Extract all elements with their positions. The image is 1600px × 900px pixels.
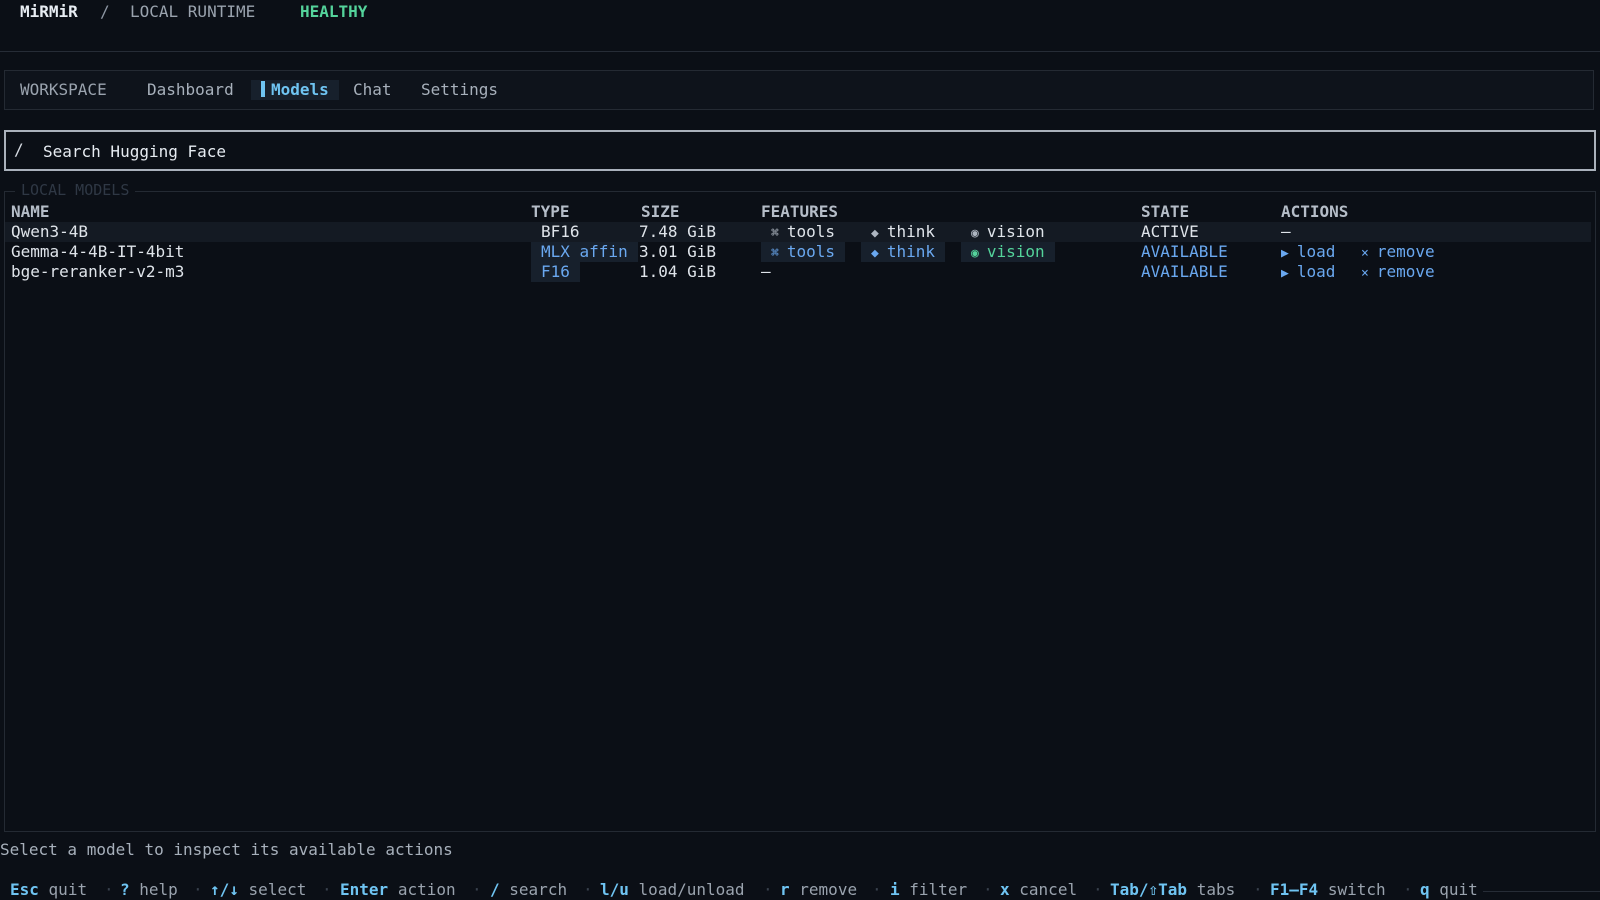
workspace-nav: WORKSPACE Dashboard Models Chat Settings (4, 70, 1594, 110)
model-state: AVAILABLE (1141, 242, 1228, 261)
hint-tabs: Tab/⇧Tab tabs (1110, 880, 1236, 899)
model-type: F16 (531, 262, 580, 282)
hint-separator: · (983, 880, 993, 899)
search-box: / (4, 130, 1596, 171)
hint-filter: i filter (890, 880, 968, 899)
model-size: 7.48 GiB (639, 222, 717, 241)
model-state: AVAILABLE (1141, 262, 1228, 281)
column-header-state: STATE (1141, 202, 1190, 221)
features-placeholder: — (761, 262, 771, 281)
column-header-type: TYPE (531, 202, 570, 221)
top-bar: MiRMiR / LOCAL RUNTIME HEALTHY (0, 0, 1600, 52)
hint-help: ? help (120, 880, 178, 899)
hint-enter: Enter action (340, 880, 456, 899)
column-header-size: SIZE (641, 202, 680, 221)
hint-switch: F1–F4 switch (1270, 880, 1386, 899)
hint-quit: q quit (1420, 880, 1478, 899)
footer-divider (1483, 891, 1600, 892)
local-models-panel: LOCAL MODELS NAME TYPE SIZE FEATURES STA… (4, 181, 1596, 832)
eye-icon: ◉ (971, 246, 979, 261)
model-type: BF16 (541, 222, 580, 241)
hint-cancel: x cancel (1000, 880, 1078, 899)
status-line: Select a model to inspect its available … (0, 840, 453, 859)
tab-models[interactable]: Models (251, 80, 339, 100)
hint-separator: · (1403, 880, 1413, 899)
workspace-label: WORKSPACE (20, 80, 107, 99)
close-icon: × (1361, 266, 1369, 281)
feature-think: ◆ think (871, 222, 935, 241)
search-prefix: / (14, 140, 24, 159)
feature-tools: ⌘ tools (761, 242, 845, 262)
tab-dashboard[interactable]: Dashboard (147, 71, 234, 109)
tab-chat[interactable]: Chat (353, 71, 392, 109)
search-input[interactable] (41, 135, 1545, 167)
header-separator: / (100, 2, 110, 21)
load-button[interactable]: ▶ load (1281, 242, 1335, 262)
key-hints-bar: Esc quit · ? help · ↑/↓ select · Enter a… (0, 880, 1600, 900)
health-status: HEALTHY (300, 2, 368, 21)
hint-separator: · (583, 880, 593, 899)
remove-button[interactable]: × remove (1361, 262, 1435, 282)
table-row[interactable]: Qwen3-4B BF16 7.48 GiB ⌘ tools ◆ think ◉ vi… (5, 222, 1591, 242)
play-icon: ▶ (1281, 246, 1289, 261)
column-header-features: FEATURES (761, 202, 839, 221)
model-name: bge-reranker-v2-m3 (11, 262, 185, 281)
hint-separator: · (322, 880, 332, 899)
model-size: 1.04 GiB (639, 262, 717, 281)
hint-remove: r remove (780, 880, 858, 899)
feature-think: ◆ think (861, 242, 945, 262)
model-name: Qwen3-4B (11, 222, 89, 241)
model-state: ACTIVE (1141, 222, 1199, 241)
load-button[interactable]: ▶ load (1281, 262, 1335, 282)
remove-button[interactable]: × remove (1361, 242, 1435, 262)
diamond-icon: ◆ (871, 226, 879, 241)
hint-separator: · (872, 880, 882, 899)
eye-icon: ◉ (971, 226, 979, 241)
play-icon: ▶ (1281, 266, 1289, 281)
hint-search: / search (490, 880, 568, 899)
column-header-actions: ACTIONS (1281, 202, 1349, 221)
model-name: Gemma-4-4B-IT-4bit (11, 242, 185, 261)
hint-separator: · (1253, 880, 1263, 899)
close-icon: × (1361, 246, 1369, 261)
hint-separator: · (104, 880, 114, 899)
table-row[interactable]: bge-reranker-v2-m3 F16 1.04 GiB — AVAILA… (5, 262, 1591, 282)
diamond-icon: ◆ (871, 246, 879, 261)
tab-settings[interactable]: Settings (421, 71, 498, 109)
app-title: MiRMiR (20, 2, 78, 21)
actions-placeholder: — (1281, 222, 1291, 241)
model-size: 3.01 GiB (639, 242, 717, 261)
hint-separator: · (193, 880, 203, 899)
feature-tools: ⌘ tools (771, 222, 835, 241)
table-row[interactable]: Gemma-4-4B-IT-4bit MLX affin 3.01 GiB ⌘ t… (5, 242, 1591, 262)
hint-select: ↑/↓ select (210, 880, 307, 899)
column-header-name: NAME (11, 202, 50, 221)
runtime-label: LOCAL RUNTIME (130, 2, 256, 21)
feature-vision: ◉ vision (971, 222, 1045, 241)
hint-separator: · (1093, 880, 1103, 899)
hint-separator: · (763, 880, 773, 899)
hint-esc: Esc quit (10, 880, 88, 899)
hint-load-unload: l/u load/unload (600, 880, 745, 899)
model-type: MLX affin (531, 242, 638, 262)
tools-icon: ⌘ (771, 226, 779, 241)
tools-icon: ⌘ (771, 246, 779, 261)
panel-title: LOCAL MODELS (15, 181, 136, 199)
hint-separator: · (472, 880, 482, 899)
feature-vision: ◉ vision (961, 242, 1055, 262)
